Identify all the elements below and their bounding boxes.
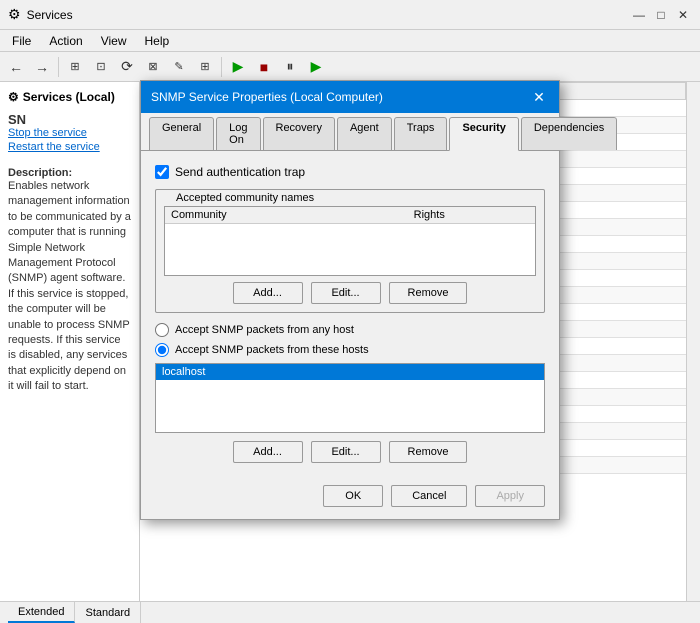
tab-logon[interactable]: Log On	[216, 117, 260, 150]
tab-security[interactable]: Security	[449, 117, 518, 151]
status-tab-standard[interactable]: Standard	[75, 602, 141, 623]
community-list[interactable]: Community Rights	[164, 206, 536, 276]
tab-dependencies[interactable]: Dependencies	[521, 117, 617, 150]
dialog-title: SNMP Service Properties (Local Computer)	[151, 90, 383, 104]
tab-general[interactable]: General	[149, 117, 214, 150]
status-tab-extended[interactable]: Extended	[8, 602, 75, 623]
community-add-button[interactable]: Add...	[233, 282, 303, 304]
tab-bar: General Log On Recovery Agent Traps Secu…	[141, 113, 559, 151]
left-panel-header: ⚙ Services (Local)	[4, 86, 135, 108]
host-item-localhost[interactable]: localhost	[156, 364, 544, 380]
radio-any-label: Accept SNMP packets from any host	[175, 324, 354, 336]
service-name-label: SN	[8, 112, 26, 127]
status-bar: Extended Standard	[0, 601, 700, 623]
stop-service-link[interactable]: Stop the service	[8, 127, 131, 139]
edit-button[interactable]: ✎	[167, 55, 191, 79]
play-button[interactable]: ▶	[226, 55, 250, 79]
hosts-add-button[interactable]: Add...	[233, 441, 303, 463]
left-panel: ⚙ Services (Local) SN Stop the service R…	[0, 82, 140, 623]
restart-service-link[interactable]: Restart the service	[8, 141, 131, 153]
separator-1	[58, 57, 59, 77]
radio-any-row: Accept SNMP packets from any host	[155, 323, 545, 337]
view-btn-3[interactable]: ⊞	[193, 55, 217, 79]
menu-bar: File Action View Help	[0, 30, 700, 52]
community-list-header: Community Rights	[165, 207, 535, 224]
community-remove-button[interactable]: Remove	[389, 282, 468, 304]
community-col-rights: Rights	[408, 207, 535, 223]
refresh-button[interactable]: ⟳	[115, 55, 139, 79]
radio-hosts-row: Accept SNMP packets from these hosts	[155, 343, 545, 357]
tab-recovery[interactable]: Recovery	[263, 117, 335, 150]
dialog-content: Send authentication trap Accepted commun…	[141, 151, 559, 477]
description-label: Description:	[8, 167, 72, 179]
community-group-title: Accepted community names	[172, 192, 318, 204]
auth-trap-label: Send authentication trap	[175, 165, 305, 179]
community-edit-button[interactable]: Edit...	[311, 282, 381, 304]
app-icon: ⚙	[8, 6, 21, 23]
back-button[interactable]: ←	[4, 55, 28, 79]
left-panel-title: Services (Local)	[23, 90, 115, 104]
dialog-close-button[interactable]: ✕	[529, 87, 549, 107]
menu-help[interactable]: Help	[137, 32, 178, 50]
cancel-button[interactable]: Cancel	[391, 485, 467, 507]
hosts-edit-button[interactable]: Edit...	[311, 441, 381, 463]
title-bar: ⚙ Services — □ ✕	[0, 0, 700, 30]
auth-trap-row: Send authentication trap	[155, 165, 545, 179]
export-button[interactable]: ⊠	[141, 55, 165, 79]
scrollbar[interactable]	[686, 82, 700, 623]
restart-button[interactable]: ▶	[304, 55, 328, 79]
radio-any[interactable]	[155, 323, 169, 337]
dialog-title-bar: SNMP Service Properties (Local Computer)…	[141, 81, 559, 113]
hosts-list[interactable]: localhost	[155, 363, 545, 433]
apply-button[interactable]: Apply	[475, 485, 545, 507]
radio-hosts-label: Accept SNMP packets from these hosts	[175, 344, 369, 356]
stop-button[interactable]: ■	[252, 55, 276, 79]
view-btn-2[interactable]: ⊡	[89, 55, 113, 79]
hosts-remove-button[interactable]: Remove	[389, 441, 468, 463]
toolbar: ← → ⊞ ⊡ ⟳ ⊠ ✎ ⊞ ▶ ■ ⏸ ▶	[0, 52, 700, 82]
auth-trap-checkbox[interactable]	[155, 165, 169, 179]
maximize-button[interactable]: □	[652, 6, 670, 24]
radio-hosts[interactable]	[155, 343, 169, 357]
view-btn-1[interactable]: ⊞	[63, 55, 87, 79]
separator-2	[221, 57, 222, 77]
hosts-buttons: Add... Edit... Remove	[155, 441, 545, 463]
tab-traps[interactable]: Traps	[394, 117, 448, 150]
left-panel-content: SN Stop the service Restart the service …	[4, 108, 135, 398]
forward-button[interactable]: →	[30, 55, 54, 79]
ok-button[interactable]: OK	[323, 485, 383, 507]
services-local-icon: ⚙	[8, 90, 19, 104]
dialog-footer: OK Cancel Apply	[141, 477, 559, 519]
community-col-name: Community	[165, 207, 408, 223]
tab-agent[interactable]: Agent	[337, 117, 392, 150]
menu-file[interactable]: File	[4, 32, 39, 50]
close-button[interactable]: ✕	[674, 6, 692, 24]
community-group-content: Community Rights Add... Edit... Remove	[156, 200, 544, 312]
menu-view[interactable]: View	[93, 32, 135, 50]
menu-action[interactable]: Action	[41, 32, 90, 50]
minimize-button[interactable]: —	[630, 6, 648, 24]
app-title: Services	[27, 8, 73, 22]
community-buttons: Add... Edit... Remove	[164, 282, 536, 304]
pause-button[interactable]: ⏸	[278, 55, 302, 79]
community-group: Accepted community names Community Right…	[155, 189, 545, 313]
snmp-dialog[interactable]: SNMP Service Properties (Local Computer)…	[140, 80, 560, 520]
service-description: Enables network management information t…	[8, 179, 131, 394]
